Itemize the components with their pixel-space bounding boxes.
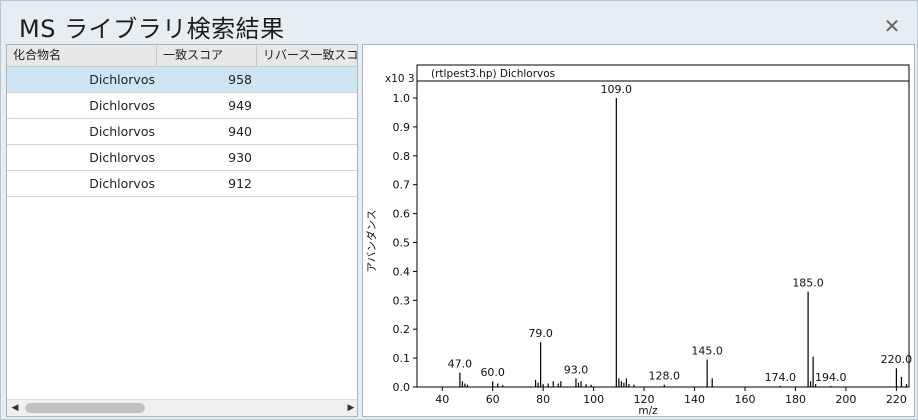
table-header: 化合物名 一致スコア リバース一致スコア [7, 45, 357, 67]
peak-label: 145.0 [691, 345, 723, 358]
cell-compound-name: Dichlorvos [89, 72, 155, 87]
peak-label: 174.0 [765, 371, 797, 384]
mass-spectrum-chart: (rtlpest3.hp) Dichlorvos x10 3 0.0 0.1 0.2 0.… [365, 64, 913, 417]
y-tick-label: 0.7 [393, 179, 411, 192]
peak-label: 220.0 [881, 353, 913, 366]
y-tick-label: 0.6 [393, 208, 411, 221]
peak-label: 47.0 [448, 358, 473, 371]
chevron-left-icon[interactable]: ◀ [7, 400, 23, 416]
y-tick-label: 0.5 [393, 237, 411, 250]
cell-compound-name: Dichlorvos [89, 176, 155, 191]
peak-label: 185.0 [792, 277, 824, 290]
y-tick-label: 0.3 [393, 294, 411, 307]
column-header-compound-name[interactable]: 化合物名 [7, 45, 157, 67]
table-row[interactable]: Dichlorvos 930 [7, 145, 357, 171]
cell-match-score: 912 [228, 176, 252, 191]
cell-match-score: 930 [228, 150, 252, 165]
chart-title: (rtlpest3.hp) Dichlorvos [431, 68, 555, 80]
peak-label: 60.0 [480, 366, 505, 379]
table-row[interactable]: Dichlorvos 940 [7, 119, 357, 145]
peak-label: 109.0 [601, 83, 633, 96]
column-header-reverse-match-score[interactable]: リバース一致スコア [257, 45, 357, 67]
x-tick-label: 80 [536, 393, 550, 406]
y-tick-label: 1.0 [393, 92, 411, 105]
spectrum-panel: (rtlpest3.hp) Dichlorvos x10 3 0.0 0.1 0.2 0.… [362, 44, 915, 417]
y-tick-label: 0.1 [393, 352, 411, 365]
y-tick-label: 0.2 [393, 323, 411, 336]
table-row[interactable]: Dichlorvos 958 [7, 67, 357, 93]
x-tick-label: 180 [785, 393, 806, 406]
peak-label: 79.0 [528, 327, 553, 340]
column-header-match-score[interactable]: 一致スコア [157, 45, 257, 67]
table-row[interactable]: Dichlorvos 912 [7, 171, 357, 197]
x-tick-label: 100 [583, 393, 604, 406]
cell-match-score: 958 [228, 72, 252, 87]
cell-compound-name: Dichlorvos [89, 98, 155, 113]
chevron-right-icon[interactable]: ▶ [343, 400, 357, 416]
x-tick-label: 60 [486, 393, 500, 406]
cell-compound-name: Dichlorvos [89, 150, 155, 165]
cell-compound-name: Dichlorvos [89, 124, 155, 139]
table-row[interactable]: Dichlorvos 949 [7, 93, 357, 119]
peak-label: 93.0 [564, 363, 589, 376]
x-tick-label: 140 [684, 393, 705, 406]
table-body: Dichlorvos 958 Dichlorvos 949 Dichlorvos… [7, 67, 357, 197]
peak-label: 194.0 [815, 371, 847, 384]
plot-frame [416, 64, 910, 388]
x-tick-label: 200 [835, 393, 856, 406]
y-axis-label: アバンダンス [365, 210, 378, 273]
y-tick-label: 0.9 [393, 121, 411, 134]
cell-match-score: 949 [228, 98, 252, 113]
cell-match-score: 940 [228, 124, 252, 139]
x-tick-label: 160 [735, 393, 756, 406]
horizontal-scrollbar[interactable]: ◀ ▶ [7, 399, 357, 416]
window-title: MS ライブラリ検索結果 [19, 15, 285, 43]
results-table: 化合物名 一致スコア リバース一致スコア Dichlorvos 958 Dich… [6, 44, 358, 417]
y-tick-label: 0.0 [393, 381, 411, 394]
x-tick-label: 220 [886, 393, 907, 406]
y-tick-label: 0.8 [393, 150, 411, 163]
scrollbar-thumb[interactable] [25, 403, 145, 413]
library-search-window: MS ライブラリ検索結果 ✕ 化合物名 一致スコア リバース一致スコア Dich… [0, 0, 918, 420]
x-axis-label: m/z [638, 405, 658, 417]
y-tick-label: 0.4 [393, 265, 411, 278]
close-icon[interactable]: ✕ [881, 15, 903, 37]
y-multiplier-label: x10 3 [385, 73, 415, 85]
peak-label: 128.0 [649, 370, 681, 383]
x-tick-label: 40 [435, 393, 449, 406]
